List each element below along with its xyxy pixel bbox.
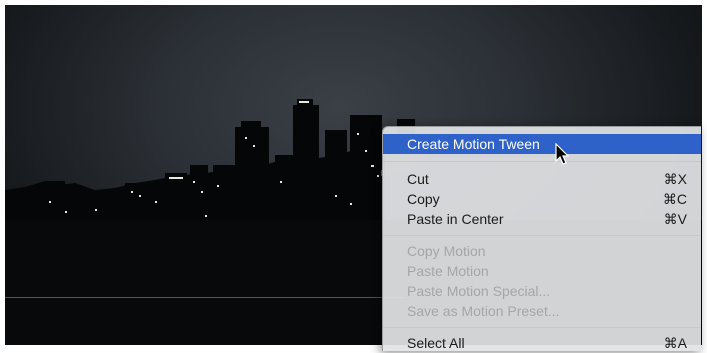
menu-item-label: Paste Motion (407, 263, 489, 279)
menu-item-shortcut: ⌘X (663, 171, 687, 187)
menu-item-shortcut: ⌘A (663, 335, 687, 351)
menu-item-cut[interactable]: Cut ⌘X (383, 169, 701, 189)
menu-item-paste-in-center[interactable]: Paste in Center ⌘V (383, 209, 701, 229)
menu-item-label: Paste in Center (407, 211, 504, 227)
menu-item-paste-motion-special[interactable]: Paste Motion Special... (383, 281, 701, 301)
menu-item-label: Paste Motion Special... (407, 283, 551, 299)
menu-separator (383, 327, 701, 328)
menu-item-copy-motion[interactable]: Copy Motion (383, 241, 701, 261)
mouse-pointer-icon (555, 143, 570, 165)
menu-item-label: Select All (407, 335, 465, 351)
menu-item-label: Copy (407, 191, 440, 207)
menu-separator (383, 235, 701, 236)
menu-item-select-all[interactable]: Select All ⌘A (383, 333, 701, 353)
menu-item-label: Copy Motion (407, 243, 486, 259)
context-menu: Create Motion Tween Cut ⌘X Copy ⌘C Paste… (382, 126, 701, 351)
menu-item-label: Cut (407, 171, 429, 187)
stage-guide-line (5, 297, 405, 298)
menu-item-label: Create Motion Tween (407, 136, 540, 152)
menu-item-paste-motion[interactable]: Paste Motion (383, 261, 701, 281)
menu-item-save-as-motion-preset[interactable]: Save as Motion Preset... (383, 301, 701, 321)
menu-item-shortcut: ⌘V (663, 211, 687, 227)
menu-item-label: Save as Motion Preset... (407, 303, 560, 319)
menu-item-create-motion-tween[interactable]: Create Motion Tween (383, 134, 701, 154)
menu-separator (383, 161, 701, 162)
menu-item-copy[interactable]: Copy ⌘C (383, 189, 701, 209)
menu-item-shortcut: ⌘C (662, 191, 687, 207)
